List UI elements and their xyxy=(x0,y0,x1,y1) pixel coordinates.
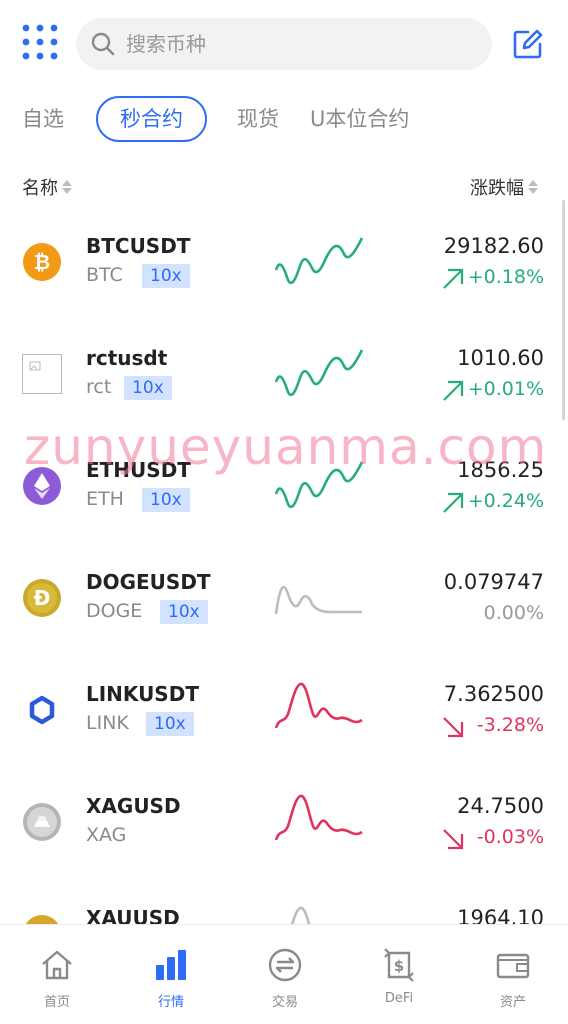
column-change-header[interactable]: 涨跌幅 xyxy=(470,174,538,200)
nav-market[interactable]: 行情 xyxy=(114,925,228,1024)
coin-row-xauusd[interactable]: XAUUSD 1964.10 xyxy=(0,876,568,924)
dogecoin-icon: Ð xyxy=(23,579,61,617)
header xyxy=(0,0,568,88)
tab-second-contract[interactable]: 秒合约 xyxy=(96,96,207,142)
column-name-header[interactable]: 名称 xyxy=(22,174,72,200)
leverage-badge: 10x xyxy=(142,488,190,512)
column-name-label: 名称 xyxy=(22,178,58,199)
tab-favorites[interactable]: 自选 xyxy=(22,96,64,142)
svg-text:Ð: Ð xyxy=(34,586,51,610)
coin-row-linkusdt[interactable]: LINKUSDT LINK 10x 7.362500 -3.28% xyxy=(0,652,568,764)
coin-row-dogeusdt[interactable]: Ð DOGEUSDT DOGE 10x 0.079747 0.00% xyxy=(0,540,568,652)
nav-assets[interactable]: 资产 xyxy=(456,925,568,1024)
broken-image-icon xyxy=(22,354,62,394)
bitcoin-icon: ₿ xyxy=(23,243,61,281)
watermark: zunyueyuanma.com xyxy=(24,418,548,476)
coin-row-btcusdt[interactable]: ₿ BTCUSDT BTC 10x 29182.60 +0.18% xyxy=(0,204,568,316)
nav-label: 交易 xyxy=(271,995,298,1010)
menu-grid-icon[interactable] xyxy=(20,22,60,62)
search-bar[interactable] xyxy=(76,18,492,70)
coin-base: BTC xyxy=(86,264,123,286)
nav-home[interactable]: 首页 xyxy=(0,925,114,1024)
column-change-label: 涨跌幅 xyxy=(470,178,524,199)
coin-row-xagusd[interactable]: XAGUSD XAG 24.7500 -0.03% xyxy=(0,764,568,876)
silver-bar-icon xyxy=(23,803,61,841)
arrow-down-right-icon xyxy=(443,829,464,850)
coin-symbol: rctusdt xyxy=(86,346,168,370)
search-icon xyxy=(91,32,115,56)
sparkline-chart xyxy=(274,585,362,615)
coin-price: 1964.10 xyxy=(457,906,544,924)
coin-change: +0.01% xyxy=(467,378,544,400)
coin-price: 1010.60 xyxy=(457,346,544,370)
market-chart-icon xyxy=(156,950,186,980)
sort-icon xyxy=(528,180,538,194)
arrow-up-right-icon xyxy=(443,268,464,289)
sparkline-chart xyxy=(290,906,311,924)
arrow-down-right-icon xyxy=(443,717,464,738)
gold-bar-icon xyxy=(25,915,59,924)
coin-symbol: XAGUSD xyxy=(86,794,181,818)
coin-symbol: LINKUSDT xyxy=(86,682,199,706)
coin-price: 0.079747 xyxy=(443,570,544,594)
coin-symbol: BTCUSDT xyxy=(86,234,191,258)
sort-icon xyxy=(62,180,72,194)
coin-base: rct xyxy=(86,376,112,398)
sparkline-chart xyxy=(274,349,364,397)
nav-label: DeFi xyxy=(384,991,414,1006)
leverage-badge: 10x xyxy=(160,600,208,624)
nav-trade[interactable]: 交易 xyxy=(228,925,342,1024)
coin-base: DOGE xyxy=(86,600,143,622)
coin-list[interactable]: ₿ BTCUSDT BTC 10x 29182.60 +0.18% rctusd… xyxy=(0,204,568,924)
tab-usdt-futures[interactable]: U本位合约 xyxy=(310,96,409,142)
home-icon xyxy=(42,950,72,980)
coin-base: XAG xyxy=(86,824,127,846)
coin-base: ETH xyxy=(86,488,124,510)
coin-symbol: DOGEUSDT xyxy=(86,570,211,594)
nav-defi[interactable]: $ DeFi xyxy=(342,925,456,1024)
nav-label: 行情 xyxy=(157,995,184,1010)
market-tabs: 自选 秒合约 现货 U本位合约 xyxy=(0,96,568,144)
sparkline-chart xyxy=(274,682,363,729)
tab-spot[interactable]: 现货 xyxy=(237,96,279,142)
bottom-nav: 首页 行情 交易 $ DeFi 资产 xyxy=(0,924,568,1024)
nav-label: 首页 xyxy=(43,995,70,1010)
coin-change: +0.24% xyxy=(467,490,544,512)
coin-price: 7.362500 xyxy=(443,682,544,706)
defi-icon: $ xyxy=(384,948,414,982)
coin-change: +0.18% xyxy=(467,266,544,288)
wallet-icon xyxy=(496,953,530,979)
coin-row-rctusdt[interactable]: rctusdt rct 10x 1010.60 +0.01% xyxy=(0,316,568,428)
arrow-up-right-icon xyxy=(443,380,464,401)
nav-label: 资产 xyxy=(499,995,526,1010)
scrollbar[interactable] xyxy=(562,200,565,420)
coin-change: 0.00% xyxy=(483,602,544,624)
sparkline-chart xyxy=(274,237,364,285)
search-input[interactable] xyxy=(126,26,476,62)
chainlink-icon xyxy=(29,695,55,725)
leverage-badge: 10x xyxy=(146,712,194,736)
leverage-badge: 10x xyxy=(142,264,190,288)
coin-symbol: XAUUSD xyxy=(86,906,180,924)
svg-text:₿: ₿ xyxy=(34,250,50,274)
coin-change: -3.28% xyxy=(476,714,544,736)
coin-change: -0.03% xyxy=(476,826,544,848)
edit-icon[interactable] xyxy=(510,26,546,62)
svg-text:$: $ xyxy=(394,957,404,975)
coin-price: 29182.60 xyxy=(443,234,544,258)
coin-base: LINK xyxy=(86,712,129,734)
coin-price: 24.7500 xyxy=(457,794,544,818)
arrow-up-right-icon xyxy=(443,492,464,513)
trade-exchange-icon xyxy=(268,948,302,982)
sparkline-chart xyxy=(274,794,363,841)
leverage-badge: 10x xyxy=(124,376,172,400)
